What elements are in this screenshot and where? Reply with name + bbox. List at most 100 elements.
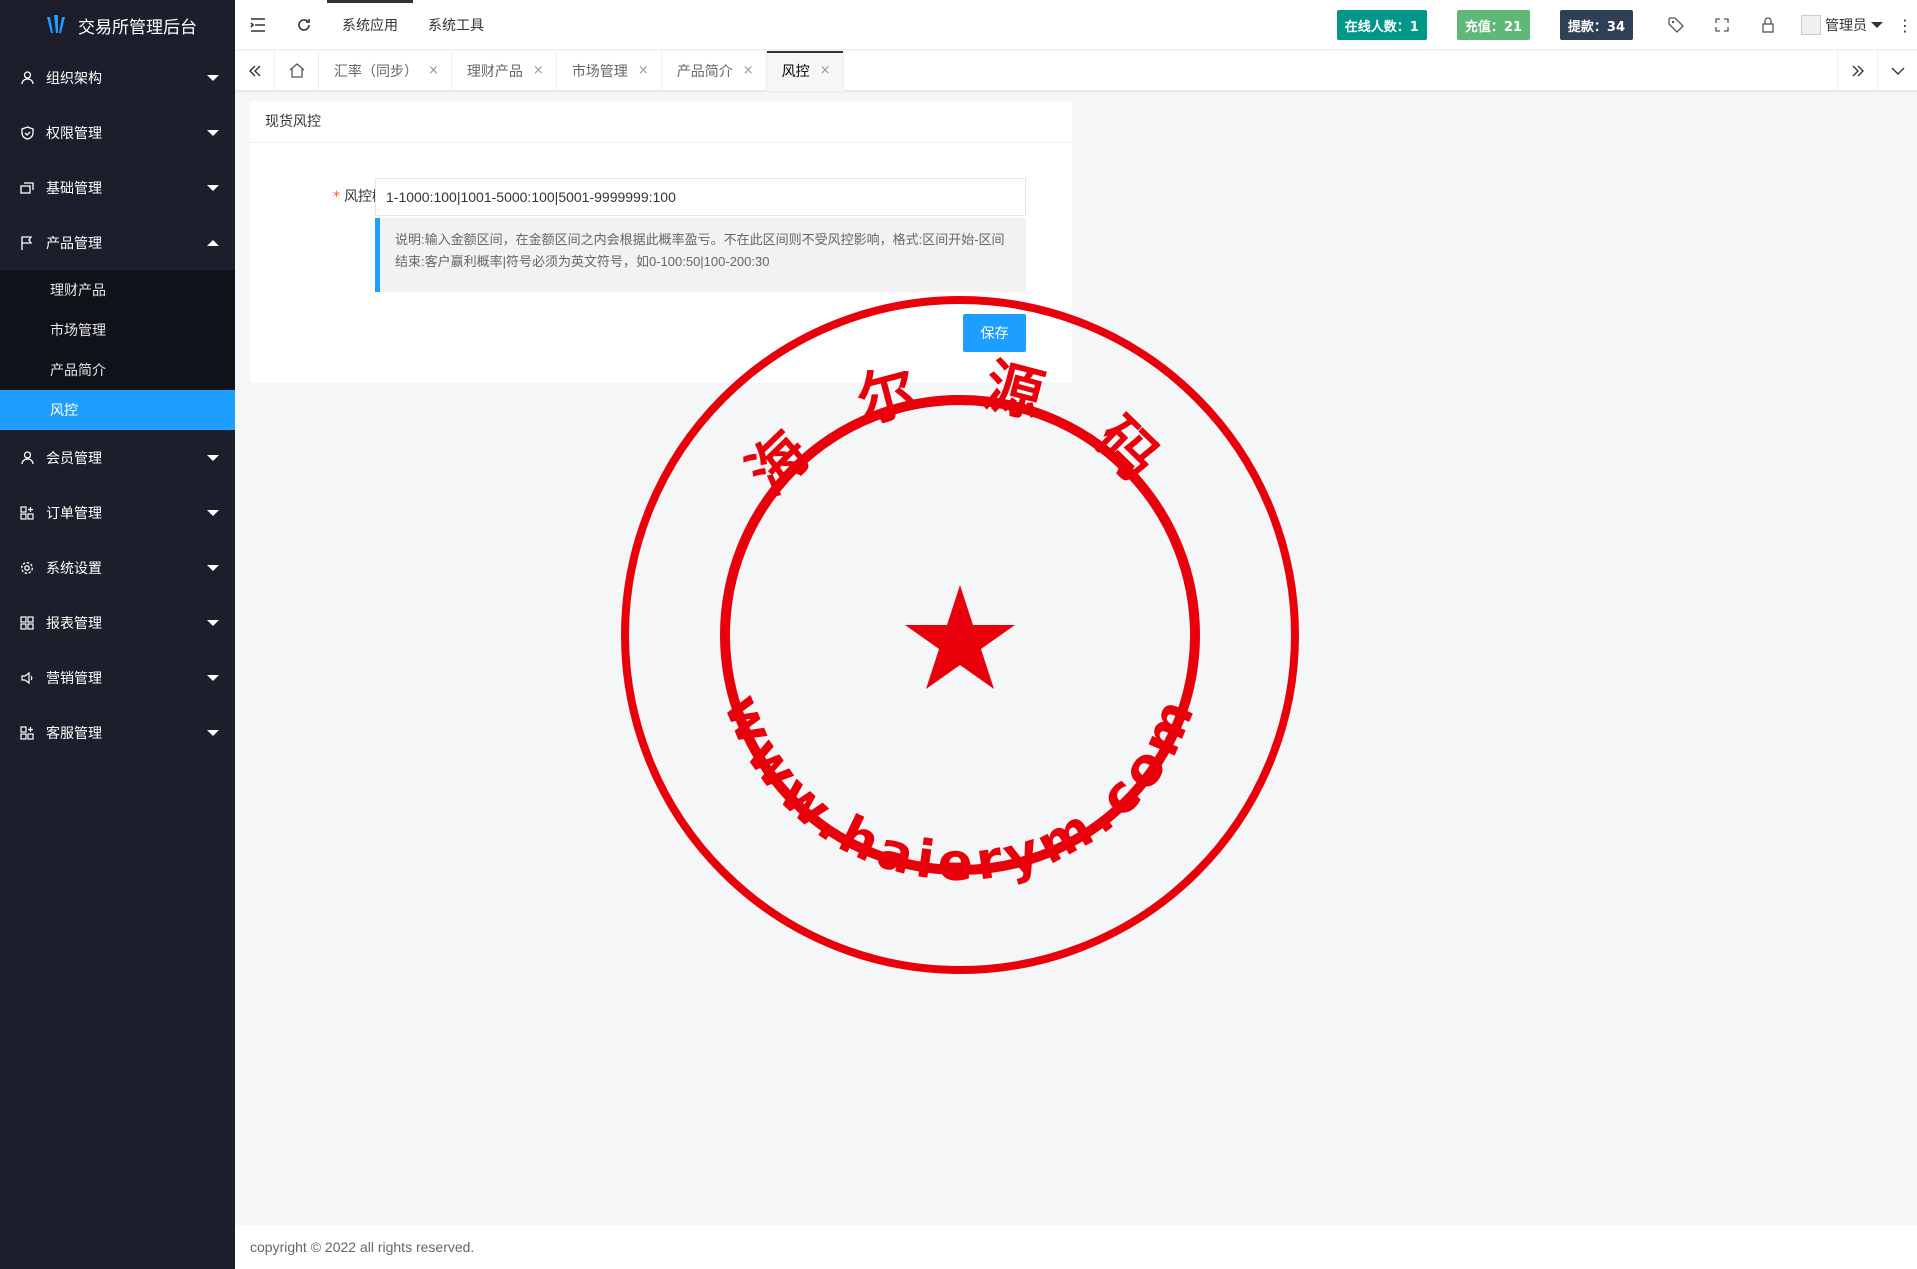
risk-control-card: 现货风控 *风控概率 说明:输入金额区间，在金额区间之内会根据此概率盈亏。不在此… <box>250 101 1072 383</box>
caret-down-icon <box>207 129 219 136</box>
home-icon[interactable] <box>275 50 319 91</box>
sidebar-group-8[interactable]: 营销管理 <box>0 650 235 705</box>
sidebar-group-6[interactable]: 系统设置 <box>0 540 235 595</box>
stamp-outer-ring <box>621 296 1299 974</box>
header-right: 在线人数：1 充值：21 提款：34 管理员 ⋮ <box>1336 0 1917 50</box>
nav-system-tools[interactable]: 系统工具 <box>413 0 499 50</box>
gear-icon <box>20 561 34 575</box>
sidebar-group-label: 客服管理 <box>46 725 102 742</box>
apps-icon <box>20 725 34 740</box>
sidebar-group-label: 权限管理 <box>46 125 102 142</box>
sidebar-group-label: 会员管理 <box>46 450 102 467</box>
flag-icon <box>20 235 34 250</box>
top-header: 系统应用 系统工具 在线人数：1 充值：21 提款：34 管理员 ⋮ <box>235 0 1917 50</box>
caret-down-icon <box>207 564 219 571</box>
tab-0[interactable]: 汇率（同步） × <box>319 50 452 91</box>
sidebar-group-4[interactable]: 会员管理 <box>0 430 235 485</box>
sidebar-submenu: 理财产品 市场管理 产品简介 风控 <box>0 270 235 430</box>
avatar <box>1801 15 1821 35</box>
sidebar-group-7[interactable]: 报表管理 <box>0 595 235 650</box>
caret-down-icon <box>207 74 219 81</box>
sidebar-group-label: 产品管理 <box>46 235 102 252</box>
tab-label: 市场管理 <box>571 63 628 80</box>
sidebar-group-2[interactable]: 基础管理 <box>0 160 235 215</box>
sidebar-item-1[interactable]: 市场管理 <box>0 310 235 350</box>
tab-4[interactable]: 风控 × <box>766 50 844 91</box>
nav-system-apps[interactable]: 系统应用 <box>327 0 413 50</box>
refresh-icon[interactable] <box>281 0 327 50</box>
tab-label: 产品简介 <box>676 63 733 80</box>
caret-down-icon <box>207 509 219 516</box>
sidebar-group-9[interactable]: 客服管理 <box>0 705 235 760</box>
stack-icon <box>20 181 34 195</box>
card-title: 现货风控 <box>250 101 1072 143</box>
sidebar-group-label: 组织架构 <box>46 70 102 87</box>
sidebar-group-0[interactable]: 组织架构 <box>0 50 235 105</box>
tab-2[interactable]: 市场管理 × <box>557 50 662 91</box>
apps-icon <box>20 505 34 520</box>
close-icon[interactable]: × <box>428 63 439 78</box>
sidebar-group-3[interactable]: 产品管理 <box>0 215 235 270</box>
close-icon[interactable]: × <box>638 63 649 78</box>
caret-down-icon <box>207 729 219 736</box>
risk-probability-note: 说明:输入金额区间，在金额区间之内会根据此概率盈亏。不在此区间则不受风控影响，格… <box>375 218 1026 292</box>
sidebar-group-label: 订单管理 <box>46 505 102 522</box>
recharge-badge[interactable]: 充值：21 <box>1456 10 1530 40</box>
tab-label: 风控 <box>781 63 810 80</box>
sidebar-item-3[interactable]: 风控 <box>0 390 235 430</box>
more-icon[interactable]: ⋮ <box>1893 0 1917 50</box>
close-icon[interactable]: × <box>533 63 544 78</box>
shield-icon <box>20 125 34 140</box>
caret-down-icon <box>207 674 219 681</box>
close-icon[interactable]: × <box>820 63 831 78</box>
sidebar-group-label: 报表管理 <box>46 615 102 632</box>
sidebar-group-5[interactable]: 订单管理 <box>0 485 235 540</box>
save-button[interactable]: 保存 <box>963 314 1026 352</box>
user-icon <box>20 70 34 85</box>
online-count-badge[interactable]: 在线人数：1 <box>1336 10 1427 40</box>
risk-probability-input[interactable] <box>375 178 1026 216</box>
caret-down-icon <box>207 184 219 191</box>
grid-icon <box>20 615 34 630</box>
sidebar-item-0[interactable]: 理财产品 <box>0 270 235 310</box>
sidebar-group-label: 基础管理 <box>46 180 102 197</box>
close-icon[interactable]: × <box>743 63 754 78</box>
sidebar-menu: 组织架构权限管理基础管理产品管理理财产品 市场管理 产品简介 风控会员管理订单管理系统… <box>0 50 235 760</box>
lock-icon[interactable] <box>1745 0 1791 50</box>
app-title: 交易所管理后台 <box>78 17 197 38</box>
withdraw-badge[interactable]: 提款：34 <box>1559 10 1633 40</box>
logo-icon <box>47 15 65 33</box>
watermark-stamp: 海 尔 源 码 www.haierym.com <box>621 296 1299 974</box>
chevron-down-icon <box>1871 22 1883 28</box>
sidebar-item-2[interactable]: 产品简介 <box>0 350 235 390</box>
stamp-inner-ring <box>720 395 1200 875</box>
footer: copyright © 2022 all rights reserved. <box>235 1225 1917 1269</box>
sidebar-group-label: 系统设置 <box>46 560 102 577</box>
speaker-icon <box>20 671 34 685</box>
tag-icon[interactable] <box>1653 0 1699 50</box>
tab-list: 汇率（同步） × 理财产品 × 市场管理 × 产品简介 × 风控 × <box>319 50 844 91</box>
page-tabs: 汇率（同步） × 理财产品 × 市场管理 × 产品简介 × 风控 × <box>235 50 1917 91</box>
caret-down-icon <box>207 454 219 461</box>
user-menu[interactable]: 管理员 <box>1791 0 1893 50</box>
user-icon <box>20 450 34 465</box>
tab-1[interactable]: 理财产品 × <box>452 50 557 91</box>
caret-up-icon <box>207 239 219 246</box>
tab-3[interactable]: 产品简介 × <box>662 50 767 91</box>
tabs-dropdown-icon[interactable] <box>1877 51 1917 91</box>
stamp-bottom-text: www.haierym.com <box>711 686 1208 893</box>
sidebar-group-1[interactable]: 权限管理 <box>0 105 235 160</box>
sidebar: 交易所管理后台 组织架构权限管理基础管理产品管理理财产品 市场管理 产品简介 风控会员… <box>0 0 235 1269</box>
tabs-scroll-left-icon[interactable] <box>235 50 275 91</box>
app-logo[interactable]: 交易所管理后台 <box>0 0 235 50</box>
menu-collapse-icon[interactable] <box>235 0 281 50</box>
tabs-controls <box>1837 51 1917 91</box>
user-name: 管理员 <box>1825 18 1867 34</box>
tabs-scroll-right-icon[interactable] <box>1837 51 1877 91</box>
caret-down-icon <box>207 619 219 626</box>
tab-label: 理财产品 <box>466 63 523 80</box>
sidebar-group-label: 营销管理 <box>46 670 102 687</box>
star-icon <box>905 585 1015 689</box>
required-mark: * <box>333 189 340 205</box>
fullscreen-icon[interactable] <box>1699 0 1745 50</box>
